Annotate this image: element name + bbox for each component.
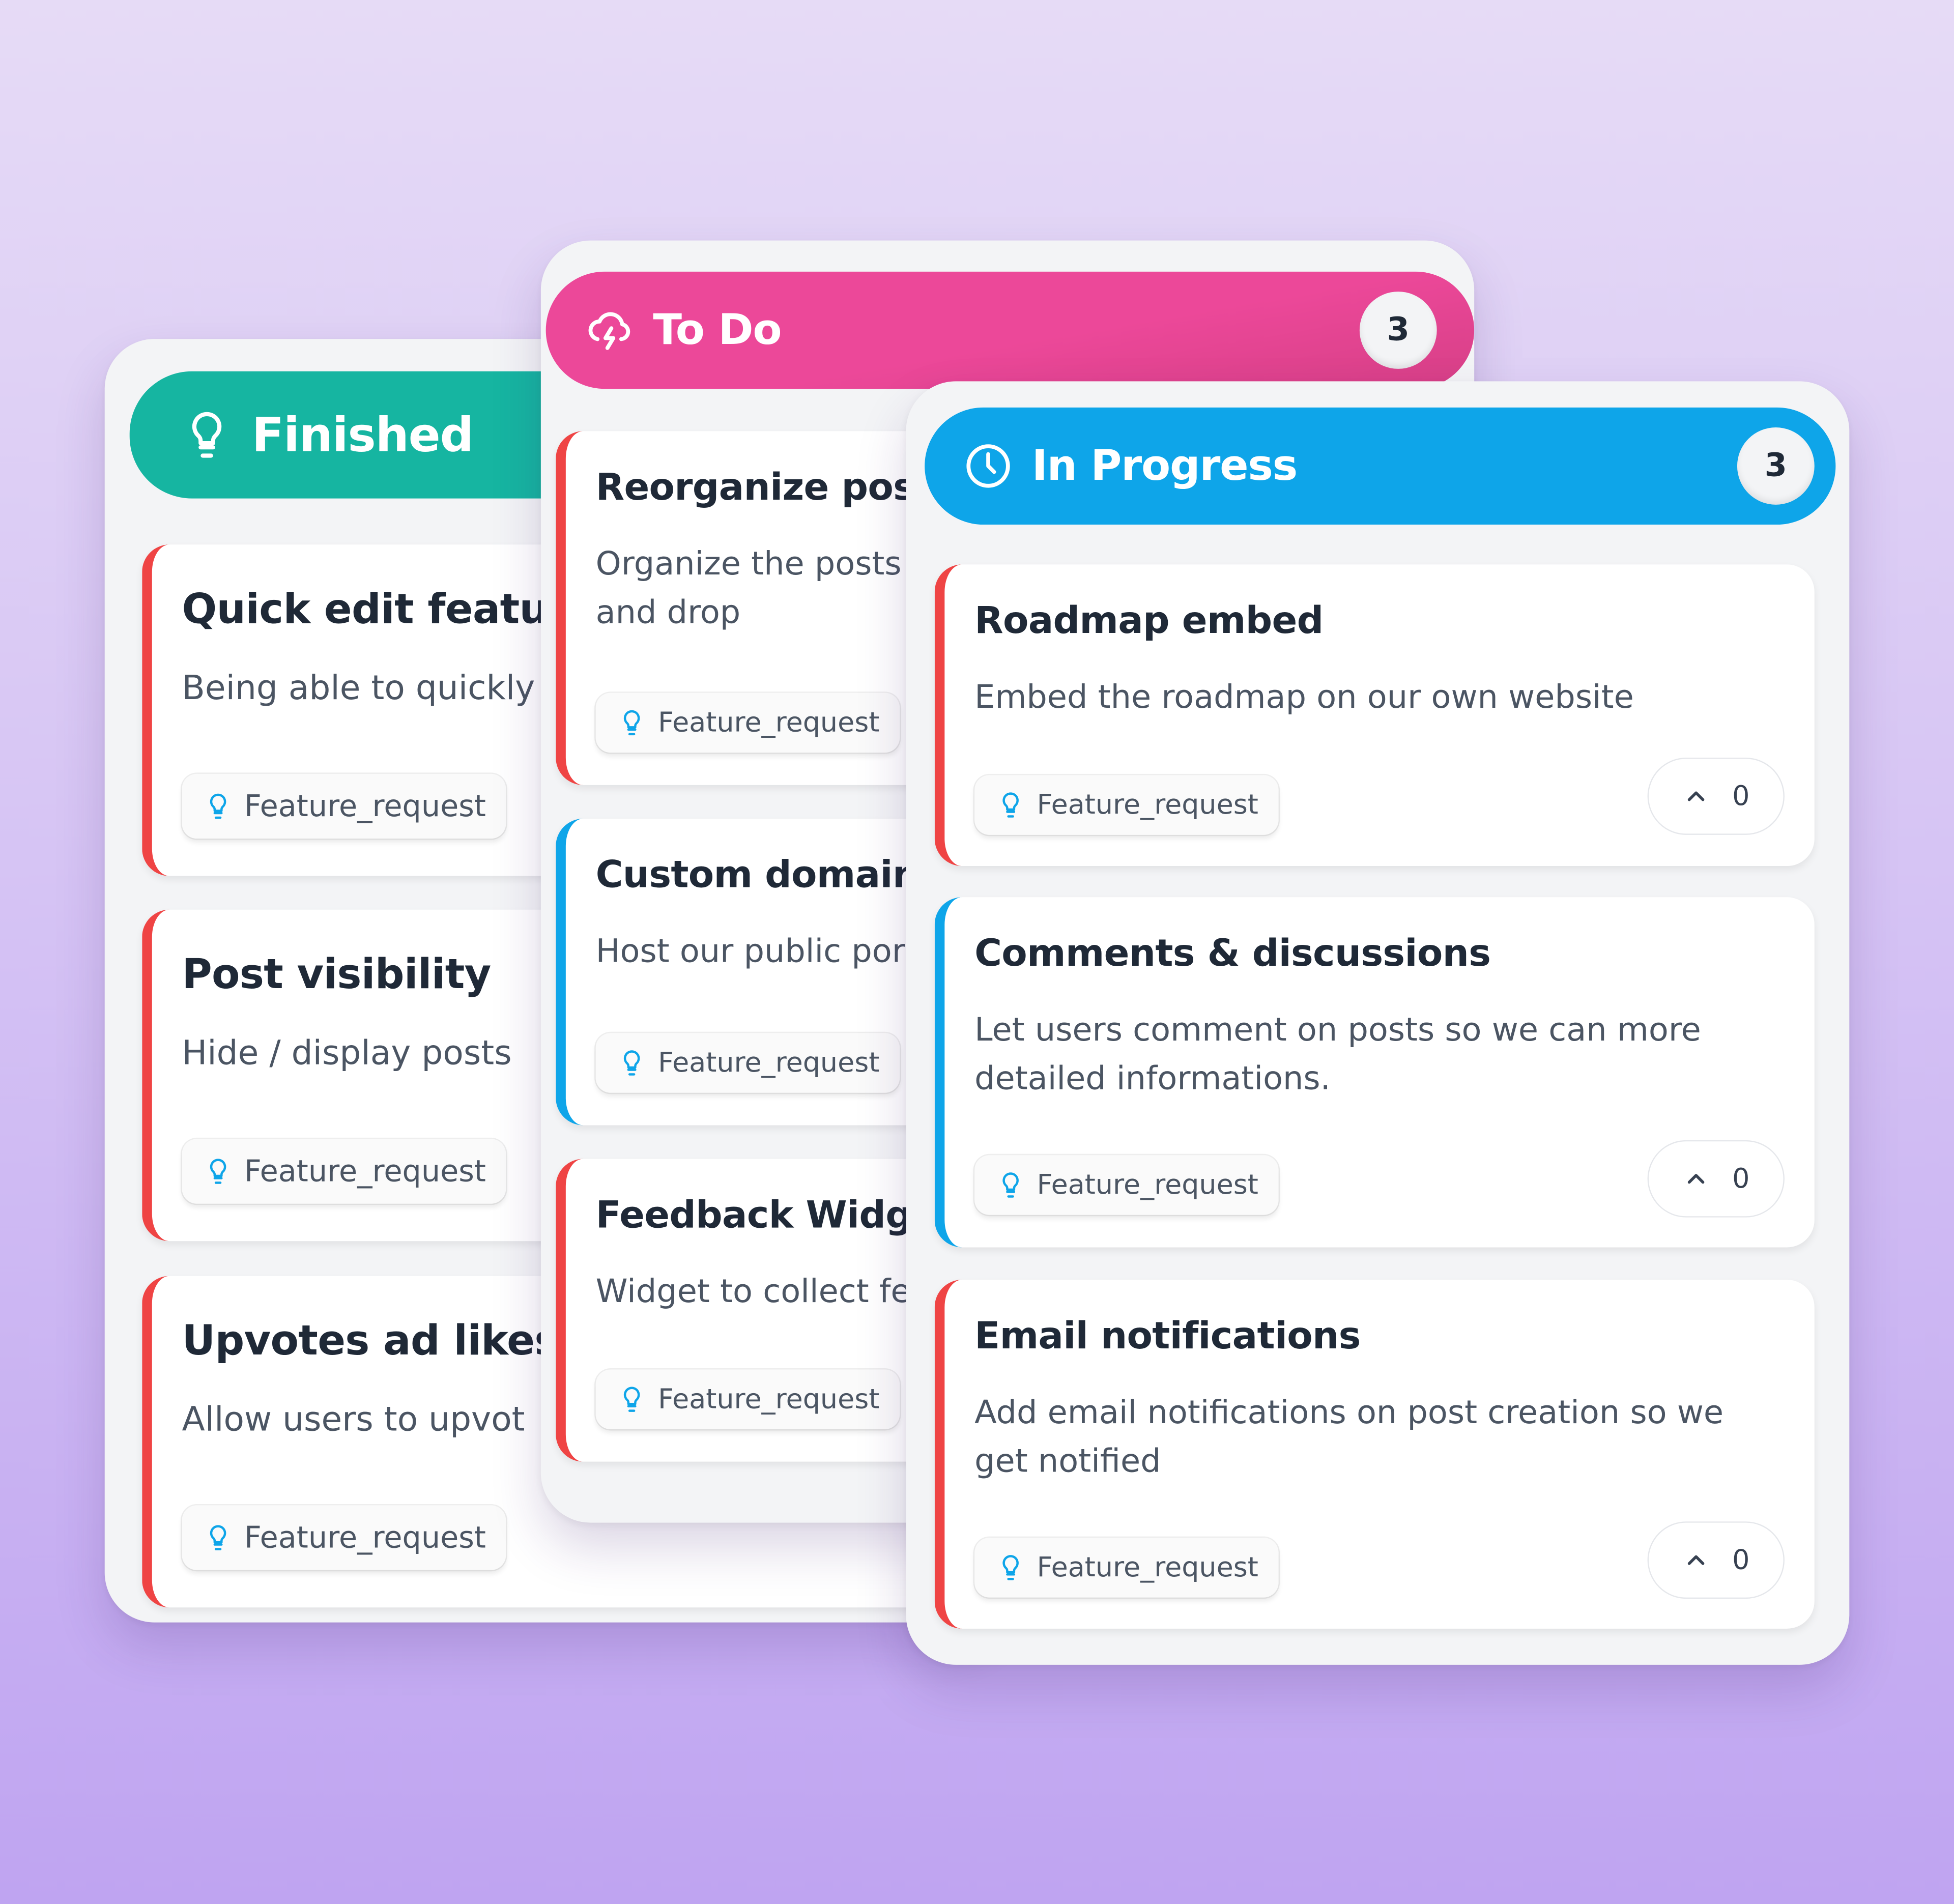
post-title: Roadmap embed — [974, 599, 1324, 643]
tag-label: Feature_request — [658, 1383, 880, 1415]
post-card[interactable]: Comments & discussions Let users comment … — [934, 897, 1815, 1248]
cloud-lightning-icon — [586, 306, 633, 354]
tag-chip[interactable]: Feature_request — [595, 1369, 900, 1430]
lightbulb-icon — [205, 793, 244, 820]
tag-label: Feature_request — [1037, 1169, 1258, 1201]
tag-label: Feature_request — [244, 789, 486, 824]
tag-label: Feature_request — [244, 1153, 486, 1189]
upvote-button[interactable]: 0 — [1647, 1521, 1785, 1599]
upvote-button[interactable]: 0 — [1647, 1140, 1785, 1218]
column-header[interactable]: In Progress 3 — [925, 407, 1836, 525]
column-title: Finished — [251, 407, 474, 463]
column-header[interactable]: To Do 3 — [545, 271, 1475, 389]
post-card[interactable]: Roadmap embed Embed the roadmap on our ow… — [934, 564, 1815, 867]
post-title: Post visibility — [182, 949, 492, 998]
post-title: Upvotes ad likes — [182, 1316, 559, 1365]
tag-label: Feature_request — [244, 1520, 486, 1555]
count-badge: 3 — [1359, 292, 1437, 369]
roadmap-board: Finished Quick edit feature Being able to … — [0, 0, 1954, 1904]
chevron-up-icon — [1682, 1165, 1710, 1193]
lightbulb-icon — [997, 1554, 1037, 1581]
tag-label: Feature_request — [658, 707, 880, 739]
tag-chip[interactable]: Feature_request — [595, 1033, 900, 1093]
post-title: Comments & discussions — [974, 932, 1491, 976]
post-title: Custom domain — [595, 853, 919, 898]
count-badge: 3 — [1737, 427, 1815, 505]
tag-label: Feature_request — [1037, 789, 1258, 821]
tag-chip[interactable]: Feature_request — [595, 693, 900, 753]
post-title: Reorganize post — [595, 466, 933, 510]
tag-chip[interactable]: Feature_request — [974, 775, 1279, 835]
lightbulb-icon — [618, 1049, 658, 1077]
post-description: Let users comment on posts so we can mor… — [974, 1012, 1701, 1098]
lightbulb-icon — [205, 1524, 244, 1551]
vote-count: 0 — [1732, 1163, 1750, 1195]
tag-chip[interactable]: Feature_request — [182, 1139, 506, 1204]
lightbulb-icon — [618, 709, 658, 736]
post-title: Quick edit feature — [182, 584, 596, 633]
clock-icon — [965, 442, 1012, 489]
tag-chip[interactable]: Feature_request — [182, 1505, 506, 1570]
post-description: Widget to collect fe — [595, 1273, 911, 1311]
post-title: Email notifications — [974, 1314, 1361, 1359]
column-in-progress: In Progress 3 Roadmap embed Embed the roadm… — [906, 381, 1850, 1665]
tag-chip[interactable]: Feature_request — [182, 773, 506, 839]
column-title: To Do — [653, 305, 782, 355]
lightbulb-icon — [205, 1158, 244, 1185]
tag-chip[interactable]: Feature_request — [974, 1155, 1279, 1215]
vote-count: 0 — [1732, 1544, 1750, 1576]
column-title: In Progress — [1031, 441, 1298, 491]
tag-label: Feature_request — [658, 1047, 880, 1079]
lightbulb-icon — [997, 791, 1037, 819]
lightbulb-icon — [618, 1386, 658, 1413]
tag-label: Feature_request — [1037, 1552, 1258, 1583]
vote-count: 0 — [1732, 781, 1750, 812]
chevron-up-icon — [1682, 1546, 1710, 1574]
post-description: Embed the roadmap on our own website — [974, 679, 1634, 717]
post-card[interactable]: Email notifications Add email notificatio… — [934, 1280, 1815, 1629]
post-description: Host our public por — [595, 933, 905, 971]
post-description: Add email notifications on post creation… — [974, 1394, 1724, 1481]
post-description: Organize the posts and drop — [595, 545, 902, 632]
lightbulb-icon — [182, 410, 232, 460]
lightbulb-icon — [997, 1171, 1037, 1199]
chevron-up-icon — [1682, 783, 1710, 810]
tag-chip[interactable]: Feature_request — [974, 1538, 1279, 1598]
post-title: Feedback Widge — [595, 1194, 937, 1237]
upvote-button[interactable]: 0 — [1647, 757, 1785, 835]
